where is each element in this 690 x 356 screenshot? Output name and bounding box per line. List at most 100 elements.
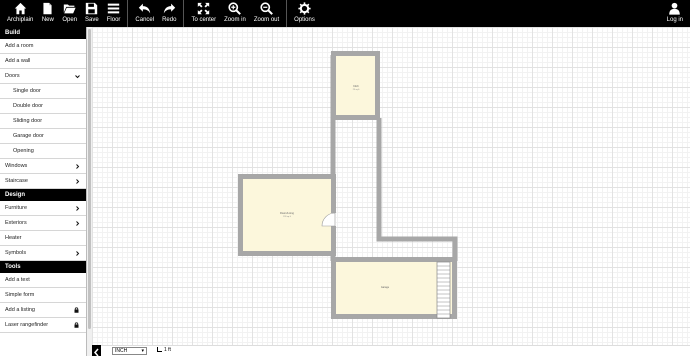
user-icon bbox=[669, 2, 681, 15]
options-label: Options bbox=[294, 17, 315, 23]
open-button[interactable]: Open bbox=[58, 0, 81, 27]
scale-label: 1 ft bbox=[164, 347, 171, 353]
floppy-disk-icon bbox=[86, 2, 98, 15]
top-toolbar: Archiplain New Open Save Floor Cancel Re… bbox=[0, 0, 690, 27]
lock-icon bbox=[74, 322, 79, 328]
symbols-label: Symbols bbox=[5, 250, 27, 256]
archiplain-button[interactable]: Archiplain bbox=[3, 0, 37, 27]
room-top-name: Kitch bbox=[353, 85, 359, 88]
room-left-area: 226 sq ft bbox=[283, 215, 291, 218]
scrollbar-thumb[interactable] bbox=[88, 29, 91, 329]
floor-plan: Kitch 29 sq ft Room/Living 226 sq ft Gar… bbox=[238, 51, 458, 319]
zoom-out-icon bbox=[260, 2, 273, 15]
sidebar-item-add-room[interactable]: Add a room bbox=[0, 39, 86, 54]
sidebar-item-sliding-door[interactable]: Sliding door bbox=[0, 114, 86, 129]
sidebar-item-simple-form[interactable]: Simple form bbox=[0, 288, 86, 303]
unit-select-value: INCH bbox=[115, 348, 128, 354]
redo-label: Redo bbox=[162, 17, 177, 23]
menu-lines-icon bbox=[107, 3, 120, 14]
floor-label: Floor bbox=[106, 17, 121, 23]
cancel-button[interactable]: Cancel bbox=[131, 0, 158, 27]
sidebar: Build Add a room Add a wall Doors Single… bbox=[0, 27, 87, 356]
chevron-right-icon bbox=[76, 206, 80, 211]
undo-arrow-icon bbox=[139, 3, 151, 14]
collapse-sidebar-button[interactable] bbox=[92, 345, 101, 356]
laser-rangefinder-label: Laser rangefinder bbox=[5, 322, 49, 328]
to-center-button[interactable]: To center bbox=[187, 0, 220, 27]
staircase[interactable] bbox=[436, 261, 451, 319]
scale-indicator: 1 ft bbox=[157, 347, 171, 354]
chevron-right-icon bbox=[76, 251, 80, 256]
options-group: Options bbox=[287, 0, 322, 27]
account-group: Log in bbox=[660, 0, 690, 27]
zoom-in-label: Zoom in bbox=[224, 17, 246, 23]
history-group: Cancel Redo bbox=[128, 0, 185, 27]
new-button[interactable]: New bbox=[37, 0, 58, 27]
view-group: To center Zoom in Zoom out bbox=[184, 0, 288, 27]
home-icon bbox=[14, 2, 26, 15]
login-label: Log in bbox=[666, 17, 683, 23]
redo-arrow-icon bbox=[163, 3, 175, 14]
design-header: Design bbox=[0, 189, 86, 201]
sidebar-item-single-door[interactable]: Single door bbox=[0, 84, 86, 99]
sidebar-item-double-door[interactable]: Double door bbox=[0, 99, 86, 114]
folder-open-icon bbox=[64, 4, 76, 14]
chevron-down-icon bbox=[75, 75, 80, 79]
options-button[interactable]: Options bbox=[290, 0, 319, 27]
save-label: Save bbox=[85, 17, 99, 23]
tools-header: Tools bbox=[0, 261, 86, 273]
sidebar-item-laser-rangefinder[interactable]: Laser rangefinder bbox=[0, 318, 86, 333]
add-listing-label: Add a listing bbox=[5, 307, 35, 313]
login-button[interactable]: Log in bbox=[663, 0, 687, 27]
sidebar-item-symbols[interactable]: Symbols bbox=[0, 246, 86, 261]
room-top-area: 29 sq ft bbox=[353, 88, 360, 91]
redo-button[interactable]: Redo bbox=[158, 0, 180, 27]
chevron-right-icon bbox=[76, 221, 80, 226]
sidebar-item-heater[interactable]: Heater bbox=[0, 231, 86, 246]
room-bottom[interactable] bbox=[331, 257, 457, 319]
zoom-out-label: Zoom out bbox=[253, 17, 280, 23]
dropdown-arrow-icon: ▾ bbox=[141, 348, 144, 354]
doors-label: Doors bbox=[5, 73, 20, 79]
expand-arrows-icon bbox=[198, 2, 210, 15]
windows-label: Windows bbox=[5, 163, 28, 169]
sidebar-item-add-listing[interactable]: Add a listing bbox=[0, 303, 86, 318]
room-bottom-name: Garage bbox=[381, 286, 390, 289]
plan-canvas[interactable]: Kitch 29 sq ft Room/Living 226 sq ft Gar… bbox=[92, 27, 690, 345]
archiplain-label: Archiplain bbox=[7, 17, 34, 23]
sidebar-item-windows[interactable]: Windows bbox=[0, 159, 86, 174]
sidebar-item-garage-door[interactable]: Garage door bbox=[0, 129, 86, 144]
chevron-right-icon bbox=[76, 179, 80, 184]
room-left[interactable] bbox=[238, 174, 336, 256]
chevron-right-icon bbox=[76, 164, 80, 169]
sidebar-item-add-text[interactable]: Add a text bbox=[0, 273, 86, 288]
staircase-label: Staircase bbox=[5, 178, 28, 184]
lock-icon bbox=[74, 307, 79, 313]
chevron-left-icon bbox=[94, 348, 99, 356]
zoom-out-button[interactable]: Zoom out bbox=[250, 0, 283, 27]
sidebar-item-furniture[interactable]: Furniture bbox=[0, 201, 86, 216]
sidebar-item-staircase[interactable]: Staircase bbox=[0, 174, 86, 189]
unit-select[interactable]: INCH ▾ bbox=[112, 347, 147, 355]
save-button[interactable]: Save bbox=[81, 0, 103, 27]
sidebar-item-add-wall[interactable]: Add a wall bbox=[0, 54, 86, 69]
zoom-in-icon bbox=[228, 2, 242, 15]
gear-icon bbox=[298, 2, 311, 15]
furniture-label: Furniture bbox=[5, 205, 28, 211]
sidebar-item-opening[interactable]: Opening bbox=[0, 144, 86, 159]
new-label: New bbox=[41, 17, 54, 23]
sidebar-item-doors[interactable]: Doors bbox=[0, 69, 86, 84]
open-label: Open bbox=[62, 17, 78, 23]
sidebar-item-exteriors[interactable]: Exteriors bbox=[0, 216, 86, 231]
status-bar bbox=[92, 345, 690, 356]
cancel-label: Cancel bbox=[135, 17, 155, 23]
file-group: Archiplain New Open Save Floor bbox=[0, 0, 129, 27]
to-center-label: To center bbox=[191, 17, 217, 23]
exteriors-label: Exteriors bbox=[5, 220, 27, 226]
room-left-name: Room/Living bbox=[280, 212, 295, 215]
new-file-icon bbox=[43, 2, 52, 15]
build-header: Build bbox=[0, 27, 86, 39]
floor-button[interactable]: Floor bbox=[103, 0, 125, 27]
zoom-in-button[interactable]: Zoom in bbox=[220, 0, 250, 27]
